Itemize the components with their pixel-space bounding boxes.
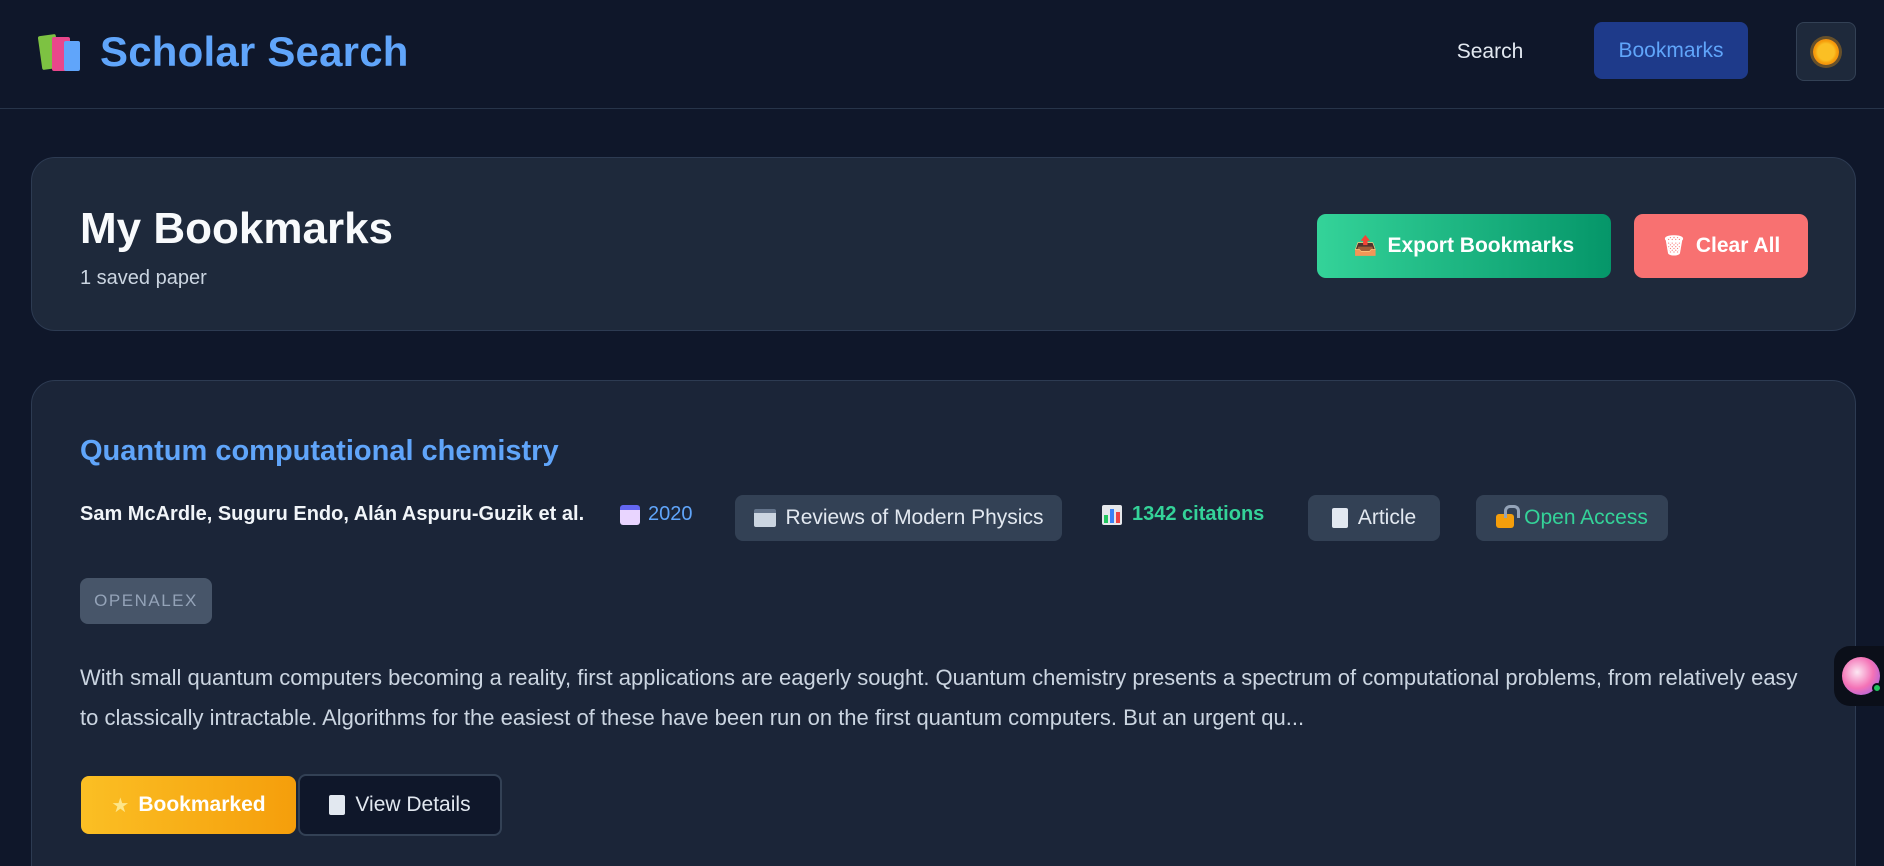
venue-badge: Reviews of Modern Physics	[735, 495, 1062, 541]
bookmarks-header-card: My Bookmarks 1 saved paper 📤 Export Book…	[31, 157, 1856, 331]
source-badge: OPENALEX	[80, 578, 212, 624]
open-access-badge: Open Access	[1476, 495, 1668, 541]
open-access-label: Open Access	[1524, 506, 1648, 529]
books-icon	[37, 29, 84, 75]
type-label: Article	[1357, 506, 1417, 529]
top-navigation-bar: Scholar Search Search Bookmarks	[0, 0, 1884, 109]
type-badge: Article	[1308, 495, 1440, 541]
paper-authors: Sam McArdle, Suguru Endo, Alán Aspuru-Gu…	[80, 503, 585, 525]
paper-year: 2020	[620, 503, 693, 526]
paper-card: Quantum computational chemistry Sam McAr…	[31, 380, 1856, 866]
view-details-button[interactable]: View Details	[298, 774, 502, 836]
nav-bookmarks-link[interactable]: Bookmarks	[1594, 22, 1748, 79]
paper-abstract: With small quantum computers becoming a …	[80, 665, 1798, 730]
venue-label: Reviews of Modern Physics	[785, 506, 1044, 529]
assistant-launcher[interactable]	[1834, 646, 1884, 706]
nav-search-link[interactable]: Search	[1440, 24, 1540, 80]
clear-all-label: Clear All	[1695, 234, 1781, 257]
document-icon	[329, 795, 346, 815]
clear-all-button[interactable]: 🗑 Clear All	[1634, 214, 1808, 278]
newspaper-icon	[753, 509, 776, 527]
paper-title[interactable]: Quantum computational chemistry	[80, 435, 559, 468]
app-title: Scholar Search	[100, 28, 409, 75]
paper-year-value: 2020	[648, 503, 693, 525]
calendar-icon	[620, 504, 640, 525]
view-details-label: View Details	[355, 793, 471, 816]
outbox-icon: 📤	[1353, 234, 1378, 257]
bar-chart-icon	[1102, 504, 1122, 525]
theme-toggle-button[interactable]	[1796, 22, 1856, 81]
star-icon: ★	[111, 794, 130, 817]
online-status-dot	[1872, 683, 1882, 693]
sun-icon	[1813, 38, 1839, 65]
assistant-avatar-icon	[1842, 657, 1882, 695]
brand[interactable]: Scholar Search	[37, 28, 409, 76]
bookmarked-button[interactable]: ★ Bookmarked	[81, 776, 296, 834]
page-title: My Bookmarks	[80, 204, 394, 253]
citations-label: 1342 citations	[1132, 503, 1265, 525]
unlocked-icon	[1496, 514, 1515, 528]
export-bookmarks-button[interactable]: 📤 Export Bookmarks	[1317, 214, 1611, 278]
wastebasket-icon: 🗑	[1661, 234, 1686, 257]
export-bookmarks-label: Export Bookmarks	[1387, 234, 1575, 257]
bookmarked-label: Bookmarked	[138, 793, 266, 816]
saved-count: 1 saved paper	[80, 267, 207, 289]
paper-meta: Sam McArdle, Suguru Endo, Alán Aspuru-Gu…	[80, 495, 1840, 541]
document-icon	[1331, 508, 1348, 528]
citations-count: 1342 citations	[1102, 503, 1264, 526]
